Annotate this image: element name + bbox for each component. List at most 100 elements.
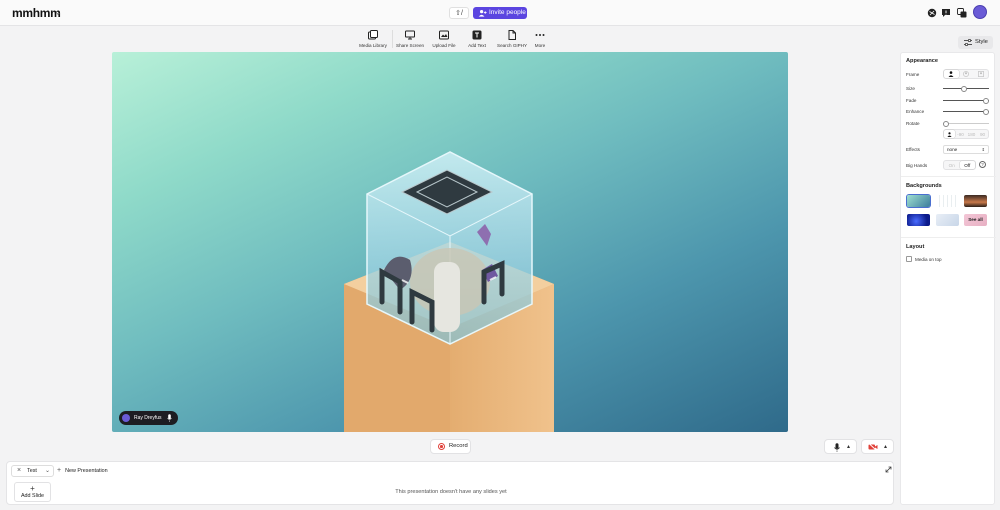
media-on-top-checkbox[interactable]	[906, 256, 912, 262]
help-icon[interactable]: ?	[979, 161, 986, 168]
layout-title: Layout	[906, 244, 925, 250]
upload-file-icon	[439, 30, 449, 40]
panel-divider	[901, 237, 996, 238]
chevron-up-icon[interactable]: ▴	[884, 443, 887, 450]
new-presentation-button[interactable]: + New Presentation	[57, 466, 108, 476]
background-thumbnail-1[interactable]	[907, 195, 930, 207]
feedback-icon[interactable]	[941, 8, 951, 18]
frame-label: Frame	[906, 72, 920, 77]
media-library-icon	[368, 30, 378, 40]
collapse-icon[interactable]	[884, 465, 893, 474]
keyboard-shortcut-button[interactable]: ⇧/	[449, 7, 469, 19]
presentation-name: Test	[27, 468, 37, 474]
notifications-icon[interactable]	[957, 8, 967, 18]
media-library-label: Media Library	[359, 43, 387, 48]
big-hands-off[interactable]: Off	[959, 161, 975, 169]
share-screen-button[interactable]: Share Screen	[396, 30, 424, 50]
rotate-selector[interactable]: -90 180 90	[943, 129, 989, 139]
add-person-icon	[478, 10, 487, 17]
more-button[interactable]: More	[532, 30, 548, 50]
stage-scene	[344, 151, 554, 432]
appearance-title: Appearance	[906, 58, 939, 64]
presentation-selector[interactable]: × Test ⌄	[11, 465, 54, 477]
user-avatar[interactable]	[973, 5, 987, 19]
style-button[interactable]: Style	[958, 36, 993, 49]
invite-people-button[interactable]: Invite people	[473, 7, 527, 19]
upload-file-label: Upload File	[432, 43, 456, 48]
background-thumbnail-4[interactable]	[907, 214, 930, 226]
user-name-pill[interactable]: Ray Dreyfus	[119, 411, 178, 425]
chevron-down-icon[interactable]: ⌄	[45, 466, 50, 476]
text-icon	[472, 30, 482, 40]
big-hands-on[interactable]: On	[944, 161, 960, 169]
document-icon	[508, 30, 516, 40]
top-bar: mmhmm ⌄ ⇧/ Invite people	[0, 0, 1000, 26]
person-circle-icon	[963, 71, 969, 77]
add-text-button[interactable]: Add Text	[466, 30, 488, 50]
frame-selector[interactable]	[943, 69, 989, 79]
person-square-icon	[977, 71, 984, 77]
frame-option-silhouette[interactable]	[944, 70, 959, 78]
fade-slider[interactable]	[943, 97, 989, 104]
app-logo[interactable]: mmhmm	[12, 6, 61, 20]
rotate-slider-thumb[interactable]	[943, 120, 949, 127]
background-thumbnail-2[interactable]	[936, 195, 959, 207]
search-giphy-label: Search GIPHY	[497, 43, 528, 48]
enhance-label: Enhance	[906, 109, 925, 114]
enhance-slider-thumb[interactable]	[983, 108, 989, 115]
big-hands-label: Big Hands	[906, 163, 928, 168]
record-icon	[438, 443, 445, 450]
size-label: Size	[906, 86, 915, 91]
see-all-backgrounds-button[interactable]: See all	[964, 214, 987, 226]
chevron-down-icon[interactable]: ⌄	[55, 8, 62, 17]
toolbar-divider	[392, 30, 393, 48]
rotate-option-90[interactable]: 90	[977, 130, 988, 138]
effects-value: none	[947, 147, 958, 152]
presentation-stage[interactable]: Ray Dreyfus	[112, 52, 788, 432]
effects-label: Effects	[906, 147, 920, 152]
camera-control[interactable]: ▴	[861, 439, 894, 454]
search-giphy-button[interactable]: Search GIPHY	[497, 30, 528, 50]
new-presentation-label: New Presentation	[65, 468, 108, 474]
microphone-control[interactable]: ▴	[824, 439, 857, 454]
style-panel: Appearance Frame Size Fade Enhance Rotat…	[900, 52, 996, 505]
empty-slides-message: This presentation doesn't have any slide…	[395, 489, 507, 495]
media-library-button[interactable]: Media Library	[358, 30, 388, 50]
globe-icon[interactable]	[927, 8, 937, 18]
rotate-option-180[interactable]: 180	[966, 130, 977, 138]
upload-file-button[interactable]: Upload File	[432, 30, 456, 50]
person-icon	[947, 131, 952, 137]
rotate-slider[interactable]	[943, 120, 989, 127]
rotate-option-0[interactable]	[944, 130, 955, 138]
more-icon	[535, 34, 545, 36]
user-avatar-small	[122, 414, 130, 422]
frame-option-circle[interactable]	[959, 70, 974, 78]
frame-option-square[interactable]	[973, 70, 988, 78]
big-hands-toggle[interactable]: On Off	[943, 160, 976, 170]
media-on-top-label: Media on top	[915, 257, 942, 262]
presentation-panel: × Test ⌄ + New Presentation + Add Slide T…	[6, 461, 894, 505]
user-name-label: Ray Dreyfus	[134, 415, 162, 421]
fade-label: Fade	[906, 98, 917, 103]
sliders-icon	[964, 39, 972, 46]
chevron-up-icon[interactable]: ▴	[847, 443, 850, 450]
invite-people-label: Invite people	[489, 9, 526, 16]
close-icon[interactable]: ×	[17, 466, 21, 476]
fade-slider-thumb[interactable]	[983, 97, 989, 104]
chevron-updown-icon: ⇕	[981, 147, 985, 152]
panel-divider	[901, 176, 996, 177]
plus-icon: +	[57, 467, 62, 474]
record-button[interactable]: Record	[430, 439, 471, 454]
background-thumbnail-3[interactable]	[964, 195, 987, 207]
backgrounds-title: Backgrounds	[906, 183, 942, 189]
enhance-slider[interactable]	[943, 108, 989, 115]
rotate-option-minus-90[interactable]: -90	[955, 130, 966, 138]
background-thumbnail-5[interactable]	[936, 214, 959, 226]
size-slider[interactable]	[943, 85, 989, 92]
microphone-icon	[834, 443, 840, 452]
effects-select[interactable]: none ⇕	[943, 145, 989, 154]
style-label: Style	[975, 39, 988, 45]
add-text-label: Add Text	[468, 43, 486, 48]
size-slider-thumb[interactable]	[961, 85, 967, 92]
microphone-icon	[167, 414, 172, 422]
